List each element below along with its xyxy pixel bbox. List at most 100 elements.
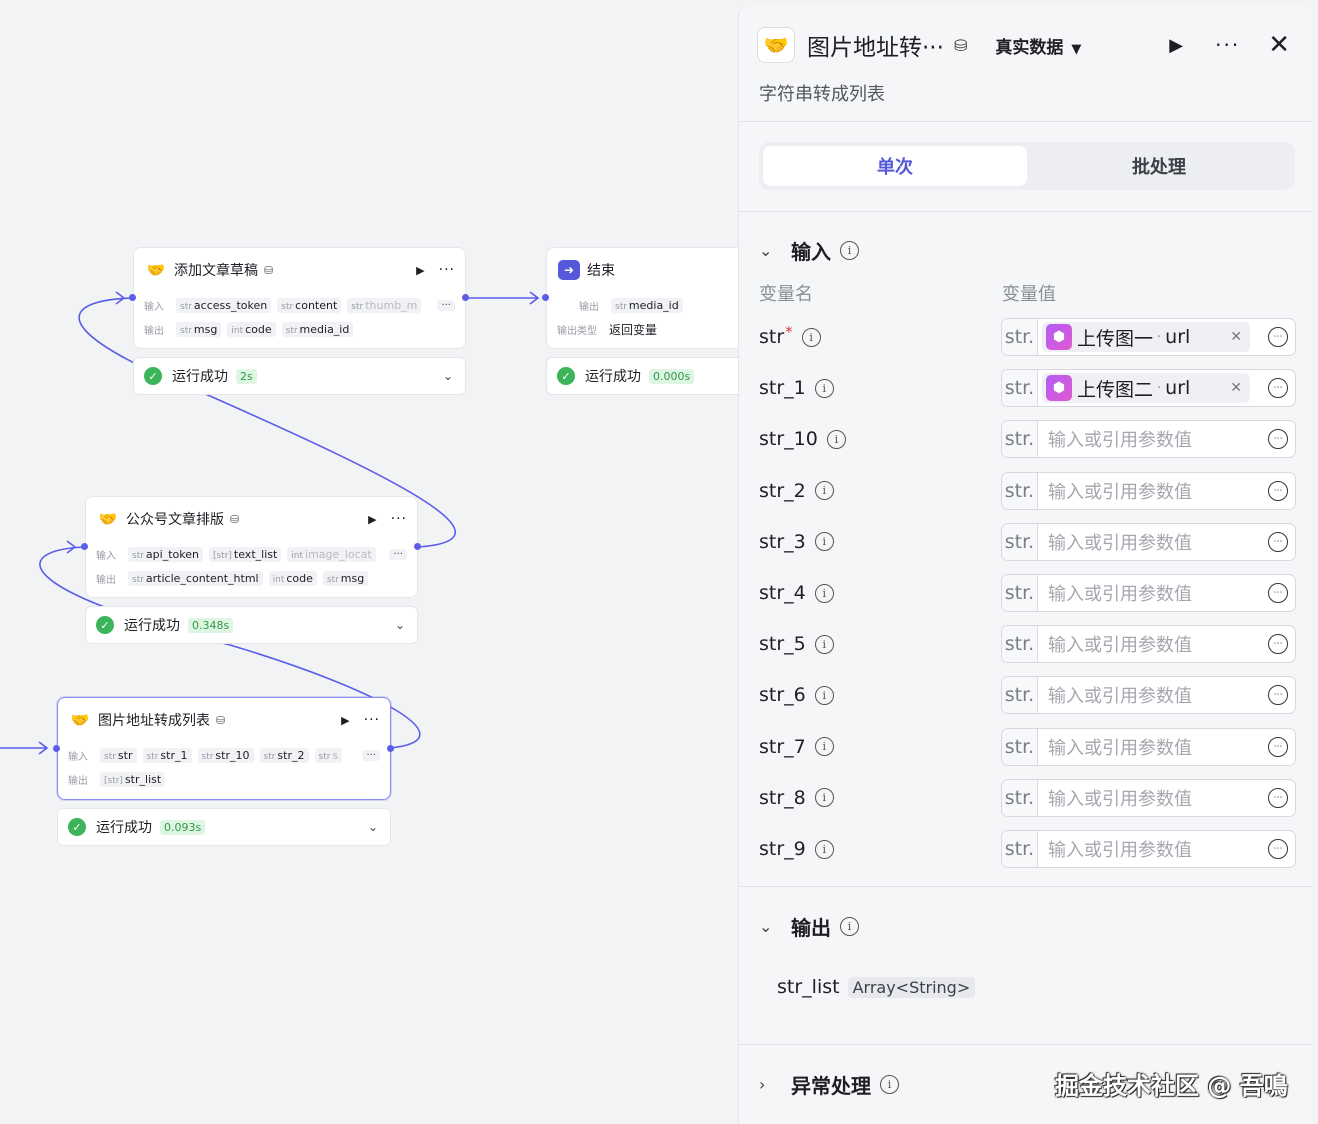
more-params-chip[interactable]: ··· xyxy=(362,749,380,761)
info-icon[interactable]: i xyxy=(814,532,834,552)
handshake-icon: 🤝 xyxy=(70,711,90,729)
info-icon[interactable]: i xyxy=(814,685,834,705)
close-icon[interactable]: ✕ xyxy=(1268,30,1290,60)
duration-badge: 2s xyxy=(236,368,257,384)
input-port[interactable] xyxy=(81,543,88,550)
input-port[interactable] xyxy=(542,294,549,301)
node-article-layout[interactable]: 🤝 公众号文章排版 ⛁ ▶ ··· 输入 str api_token [str] t… xyxy=(85,496,418,598)
chevron-down-icon[interactable]: ⌄ xyxy=(395,618,405,632)
input-port[interactable] xyxy=(53,745,60,752)
variable-value-field[interactable]: str. 输入或引用参数值 ⋯ xyxy=(1001,778,1296,817)
error-section-header[interactable]: › 异常处理 i xyxy=(759,1070,899,1099)
variable-value-field[interactable]: str. ⬢ 上传图一 · url ✕ ⋯ xyxy=(1001,318,1296,356)
reference-chip[interactable]: ⬢ 上传图一 · url ✕ xyxy=(1042,322,1250,352)
more-options-icon[interactable]: ··· xyxy=(1215,33,1240,57)
info-icon[interactable]: i xyxy=(814,839,834,859)
node-config-panel: 🤝 图片地址转··· ⛁ 真实数据 ▼ ▶ ··· ✕ 字符串转成列表 单次 批处… xyxy=(738,6,1312,1124)
chevron-down-icon[interactable]: ⌄ xyxy=(368,820,378,834)
clear-icon[interactable]: ✕ xyxy=(1230,380,1242,396)
reference-chip[interactable]: ⬢ 上传图二 · url ✕ xyxy=(1042,373,1250,404)
node-more-button[interactable]: ··· xyxy=(439,262,455,278)
run-status-bar[interactable]: ✓ 运行成功 2s ⌄ xyxy=(133,357,466,395)
reference-picker-icon[interactable]: ⋯ xyxy=(1268,583,1288,603)
input-section-header[interactable]: ⌄ 输入 i xyxy=(759,236,859,265)
data-mode-dropdown[interactable]: 真实数据 ▼ xyxy=(995,33,1081,58)
variable-value-field[interactable]: str. 输入或引用参数值 ⋯ xyxy=(1001,522,1296,561)
info-icon[interactable]: i xyxy=(814,634,834,654)
reference-picker-icon[interactable]: ⋯ xyxy=(1268,685,1288,706)
workflow-canvas[interactable]: 🤝 添加文章草稿 ⛁ ▶ ··· 输入 str access_token str c… xyxy=(0,0,746,1124)
info-icon[interactable]: i xyxy=(801,327,821,347)
variable-value-field[interactable]: str. 输入或引用参数值 ⋯ xyxy=(1001,471,1296,510)
database-icon: ⛁ xyxy=(230,512,240,526)
info-icon[interactable]: i xyxy=(814,737,834,757)
duration-badge: 0.000s xyxy=(649,368,695,384)
more-params-chip[interactable]: ··· xyxy=(437,299,455,311)
node-add-draft[interactable]: 🤝 添加文章草稿 ⛁ ▶ ··· 输入 str access_token str c… xyxy=(133,247,466,349)
run-node-button[interactable]: ▶ xyxy=(341,714,349,727)
variable-value-field[interactable]: str. 输入或引用参数值 ⋯ xyxy=(1001,676,1296,715)
node-more-button[interactable]: ··· xyxy=(391,511,407,527)
output-param: str msg xyxy=(322,570,369,586)
output-param: str media_id xyxy=(611,297,683,313)
reference-picker-icon[interactable]: ⋯ xyxy=(1268,531,1288,552)
variable-value-field[interactable]: str. 输入或引用参数值 ⋯ xyxy=(1001,727,1296,766)
info-icon[interactable]: i xyxy=(814,788,834,808)
clear-icon[interactable]: ✕ xyxy=(1230,329,1242,345)
output-param: int code xyxy=(268,570,317,586)
info-icon[interactable]: i xyxy=(840,917,859,936)
reference-picker-icon[interactable]: ⋯ xyxy=(1268,634,1288,655)
info-icon[interactable]: i xyxy=(880,1075,899,1094)
output-port[interactable] xyxy=(462,294,469,301)
reference-picker-icon[interactable]: ⋯ xyxy=(1268,839,1288,859)
info-icon[interactable]: i xyxy=(814,378,834,398)
output-port[interactable] xyxy=(414,543,421,550)
check-circle-icon: ✓ xyxy=(68,818,86,836)
reference-picker-icon[interactable]: ⋯ xyxy=(1268,327,1288,347)
variable-row: str_2 i str. 输入或引用参数值 ⋯ xyxy=(759,471,1297,510)
input-port[interactable] xyxy=(129,294,136,301)
more-params-chip[interactable]: ··· xyxy=(389,548,407,560)
reference-picker-icon[interactable]: ⋯ xyxy=(1268,378,1288,399)
tab-batch[interactable]: 批处理 xyxy=(1027,146,1291,186)
run-status-bar[interactable]: ✓ 运行成功 0.348s ⌄ xyxy=(85,606,418,644)
reference-picker-icon[interactable]: ⋯ xyxy=(1268,736,1288,757)
panel-title[interactable]: 图片地址转··· xyxy=(807,28,944,62)
reference-field: url xyxy=(1165,326,1191,348)
variable-row: str * i str. ⬢ 上传图一 · url ✕ ⋯ xyxy=(759,318,1297,356)
info-icon[interactable]: i xyxy=(814,481,834,501)
output-section-header[interactable]: ⌄ 输出 i xyxy=(759,912,859,941)
reference-picker-icon[interactable]: ⋯ xyxy=(1268,429,1288,450)
tab-single[interactable]: 单次 xyxy=(763,146,1027,186)
output-param: int code xyxy=(227,321,276,337)
reference-picker-icon[interactable]: ⋯ xyxy=(1268,480,1288,501)
node-url-to-list[interactable]: 🤝 图片地址转成列表 ⛁ ▶ ··· 输入 str str str str_1 st… xyxy=(57,697,391,800)
run-node-button[interactable]: ▶ xyxy=(416,264,424,277)
node-end[interactable]: ➜ 结束 输出 str media_id 输出类型 返回变量 xyxy=(546,247,746,349)
outputs-label: 输出 xyxy=(68,775,88,787)
run-button[interactable]: ▶ xyxy=(1169,35,1183,56)
type-prefix: str. xyxy=(1002,831,1038,867)
info-icon[interactable]: i xyxy=(814,583,834,603)
chevron-down-icon: ⌄ xyxy=(759,241,773,260)
variable-value-field[interactable]: str. ⬢ 上传图二 · url ✕ ⋯ xyxy=(1001,369,1296,408)
chevron-down-icon[interactable]: ⌄ xyxy=(443,369,453,383)
run-status-bar[interactable]: ✓ 运行成功 0.093s ⌄ xyxy=(57,808,391,846)
output-port[interactable] xyxy=(387,745,394,752)
panel-description: 字符串转成列表 xyxy=(759,84,885,105)
reference-picker-icon[interactable]: ⋯ xyxy=(1268,787,1288,808)
variable-value-field[interactable]: str. 输入或引用参数值 ⋯ xyxy=(1001,420,1296,459)
run-mode-tabs: 单次 批处理 xyxy=(759,142,1295,190)
variable-value-field[interactable]: str. 输入或引用参数值 ⋯ xyxy=(1001,830,1296,868)
run-node-button[interactable]: ▶ xyxy=(368,513,376,526)
variable-row: str_7 i str. 输入或引用参数值 ⋯ xyxy=(759,727,1297,766)
value-placeholder: 输入或引用参数值 xyxy=(1048,584,1192,605)
node-more-button[interactable]: ··· xyxy=(364,712,380,728)
divider xyxy=(739,886,1312,887)
value-placeholder: 输入或引用参数值 xyxy=(1048,481,1192,503)
variable-value-field[interactable]: str. 输入或引用参数值 ⋯ xyxy=(1001,625,1296,664)
info-icon[interactable]: i xyxy=(826,429,846,449)
info-icon[interactable]: i xyxy=(840,241,859,260)
run-status-bar[interactable]: ✓ 运行成功 0.000s xyxy=(546,357,746,395)
variable-value-field[interactable]: str. 输入或引用参数值 ⋯ xyxy=(1001,574,1296,612)
